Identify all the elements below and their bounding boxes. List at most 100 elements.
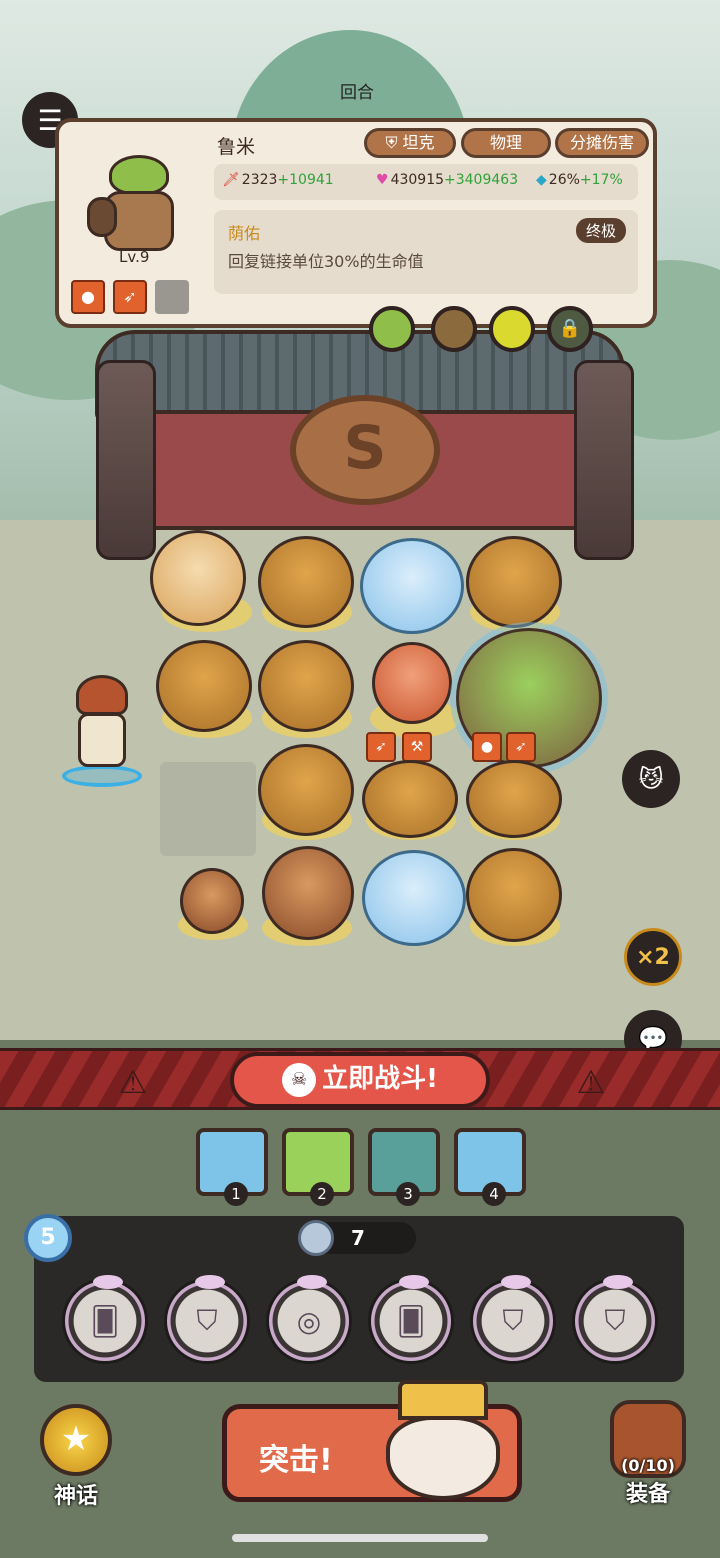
equipment-button[interactable]: (0/10) 装备 bbox=[600, 1400, 696, 1507]
card-icon: 🂠 bbox=[396, 1304, 426, 1338]
lock-icon[interactable]: 🔒 bbox=[547, 306, 593, 352]
temple-medallion: S bbox=[290, 395, 440, 505]
tag-label: 坦克 bbox=[402, 133, 435, 152]
shop-level-badge: 5 bbox=[24, 1214, 72, 1262]
tag-split-damage: 分摊伤害 bbox=[555, 128, 649, 158]
star-icon: ★ bbox=[40, 1404, 112, 1476]
armor-icon: ⛉ bbox=[502, 1304, 524, 1337]
stone-lantern bbox=[574, 360, 634, 560]
bow-ribbon-icon bbox=[501, 1275, 531, 1289]
bow-icon: ➶ bbox=[123, 287, 137, 306]
leaf-orb-icon[interactable] bbox=[369, 306, 415, 352]
myth-label: 神话 bbox=[53, 1484, 98, 1509]
skull-icon: ☠ bbox=[282, 1062, 317, 1097]
crit-bonus: +17% bbox=[579, 172, 623, 188]
crit-base: 26% bbox=[548, 172, 580, 188]
fight-now-button[interactable]: ☠ 立即战斗! bbox=[230, 1052, 490, 1108]
attack-base: 2323 bbox=[241, 172, 278, 188]
hp-bonus: +3409463 bbox=[444, 172, 519, 188]
bow-icon: ➶ bbox=[366, 732, 396, 762]
unit-wolf[interactable] bbox=[258, 744, 354, 836]
speed-button[interactable]: ×2 bbox=[624, 928, 682, 986]
unit-wolf[interactable] bbox=[466, 536, 562, 628]
unit-info-panel: Lv.9 ● ➶ 鲁米 ⛨ 坦克 物理 分摊伤害 🗡 2323+10941 ♥ 43… bbox=[55, 118, 657, 352]
bow-ribbon-icon bbox=[93, 1275, 123, 1289]
shop-slot-armor[interactable]: ⛉ bbox=[470, 1275, 556, 1364]
portrait-head bbox=[109, 155, 169, 195]
unit-blue-maid[interactable] bbox=[360, 538, 464, 634]
lemon-orb-icon[interactable] bbox=[489, 306, 535, 352]
skill-badge: 终极 bbox=[575, 218, 626, 243]
home-indicator[interactable] bbox=[232, 1534, 488, 1542]
queue-card[interactable]: 2 bbox=[282, 1128, 354, 1206]
shop-slot-card[interactable]: 🂠 bbox=[62, 1275, 148, 1364]
unit-wolf[interactable] bbox=[258, 536, 354, 628]
equipment-slot-bow[interactable]: ➶ bbox=[113, 280, 147, 314]
shop-slot-card[interactable]: 🂠 bbox=[368, 1275, 454, 1364]
skill-name: 荫佑 bbox=[228, 224, 261, 243]
crit-icon: ◆ bbox=[536, 172, 547, 188]
unit-witch[interactable] bbox=[372, 642, 452, 724]
equipment-slot-apple[interactable]: ● bbox=[71, 280, 105, 314]
armor-icon: ⛉ bbox=[604, 1304, 626, 1337]
skill-description: 回复链接单位30%的生命值 bbox=[228, 252, 424, 271]
apple-icon: ● bbox=[472, 732, 502, 762]
unit-wolf[interactable] bbox=[466, 760, 562, 838]
queue-number: 4 bbox=[482, 1182, 506, 1206]
coin-icon bbox=[298, 1220, 334, 1256]
queue-number: 2 bbox=[310, 1182, 334, 1206]
tag-tank: ⛨ 坦克 bbox=[364, 128, 456, 158]
apple-icon: ● bbox=[81, 287, 95, 306]
equipment-slot-empty[interactable] bbox=[155, 280, 189, 314]
unit-cowboy[interactable] bbox=[262, 846, 354, 940]
game-screen: S ☰ 回合 Lv.9 ● ➶ 鲁米 ⛨ 坦克 物理 分摊伤害 🗡 2323+10… bbox=[0, 0, 720, 1558]
hero-ring bbox=[62, 765, 142, 787]
attack-bonus: +10941 bbox=[277, 172, 334, 188]
unit-blue-maid[interactable] bbox=[362, 850, 466, 946]
log-orb-icon[interactable] bbox=[431, 306, 477, 352]
hero-crown bbox=[398, 1380, 488, 1420]
shop-slot-armor[interactable]: ⛉ bbox=[572, 1275, 658, 1364]
queue-card[interactable]: 3 bbox=[368, 1128, 440, 1206]
fight-now-label: 立即战斗! bbox=[322, 1064, 438, 1094]
attack-stat: 🗡 2323+10941 bbox=[222, 172, 334, 188]
miner-hero[interactable] bbox=[62, 675, 142, 787]
myth-button[interactable]: ★ 神话 bbox=[30, 1404, 122, 1509]
sword-icon: 🗡 bbox=[222, 172, 240, 188]
unit-wolf[interactable] bbox=[466, 848, 562, 942]
hp-base: 430915 bbox=[390, 172, 445, 188]
shop-slot-coins[interactable]: ◎ bbox=[266, 1275, 352, 1364]
boss-info-button[interactable]: 😼 bbox=[622, 750, 680, 808]
unit-portrait bbox=[79, 147, 194, 257]
stats-bar: 🗡 2323+10941 ♥ 430915+3409463 ◆ 26%+17% bbox=[214, 164, 638, 200]
round-label: 回合 bbox=[340, 83, 374, 103]
shield-icon: ⛨ bbox=[385, 133, 403, 152]
unit-wolf[interactable] bbox=[362, 760, 458, 838]
queue-card[interactable]: 4 bbox=[454, 1128, 526, 1206]
unit-name: 鲁米 bbox=[217, 136, 256, 158]
demon-face-icon: 😼 bbox=[638, 765, 664, 793]
warning-icon: ⚠ bbox=[576, 1063, 606, 1101]
bow-ribbon-icon bbox=[399, 1275, 429, 1289]
queue-card[interactable]: 1 bbox=[196, 1128, 268, 1206]
bow-icon: ➶ bbox=[506, 732, 536, 762]
tag-physical: 物理 bbox=[461, 128, 551, 158]
unit-cowboy[interactable] bbox=[180, 868, 244, 934]
viking-hero-portrait bbox=[368, 1380, 518, 1504]
unit-level: Lv.9 bbox=[119, 248, 150, 266]
queue-number: 1 bbox=[224, 1182, 248, 1206]
portrait-shield bbox=[87, 197, 117, 237]
grid-cell-empty[interactable] bbox=[160, 762, 256, 856]
skill-box: 荫佑 终极 回复链接单位30%的生命值 bbox=[214, 210, 638, 294]
bow-ribbon-icon bbox=[297, 1275, 327, 1289]
hero-body bbox=[78, 713, 126, 767]
equipment-label: 装备 bbox=[625, 1482, 670, 1507]
card-icon: 🂠 bbox=[90, 1304, 120, 1338]
unit-cat-maid[interactable] bbox=[150, 530, 246, 626]
shop-slot-armor[interactable]: ⛉ bbox=[164, 1275, 250, 1364]
assault-label: 突击! bbox=[259, 1443, 333, 1478]
unit-wolf[interactable] bbox=[258, 640, 354, 732]
unit-wolf[interactable] bbox=[156, 640, 252, 732]
hero-head bbox=[76, 675, 128, 715]
heart-icon: ♥ bbox=[376, 172, 389, 188]
